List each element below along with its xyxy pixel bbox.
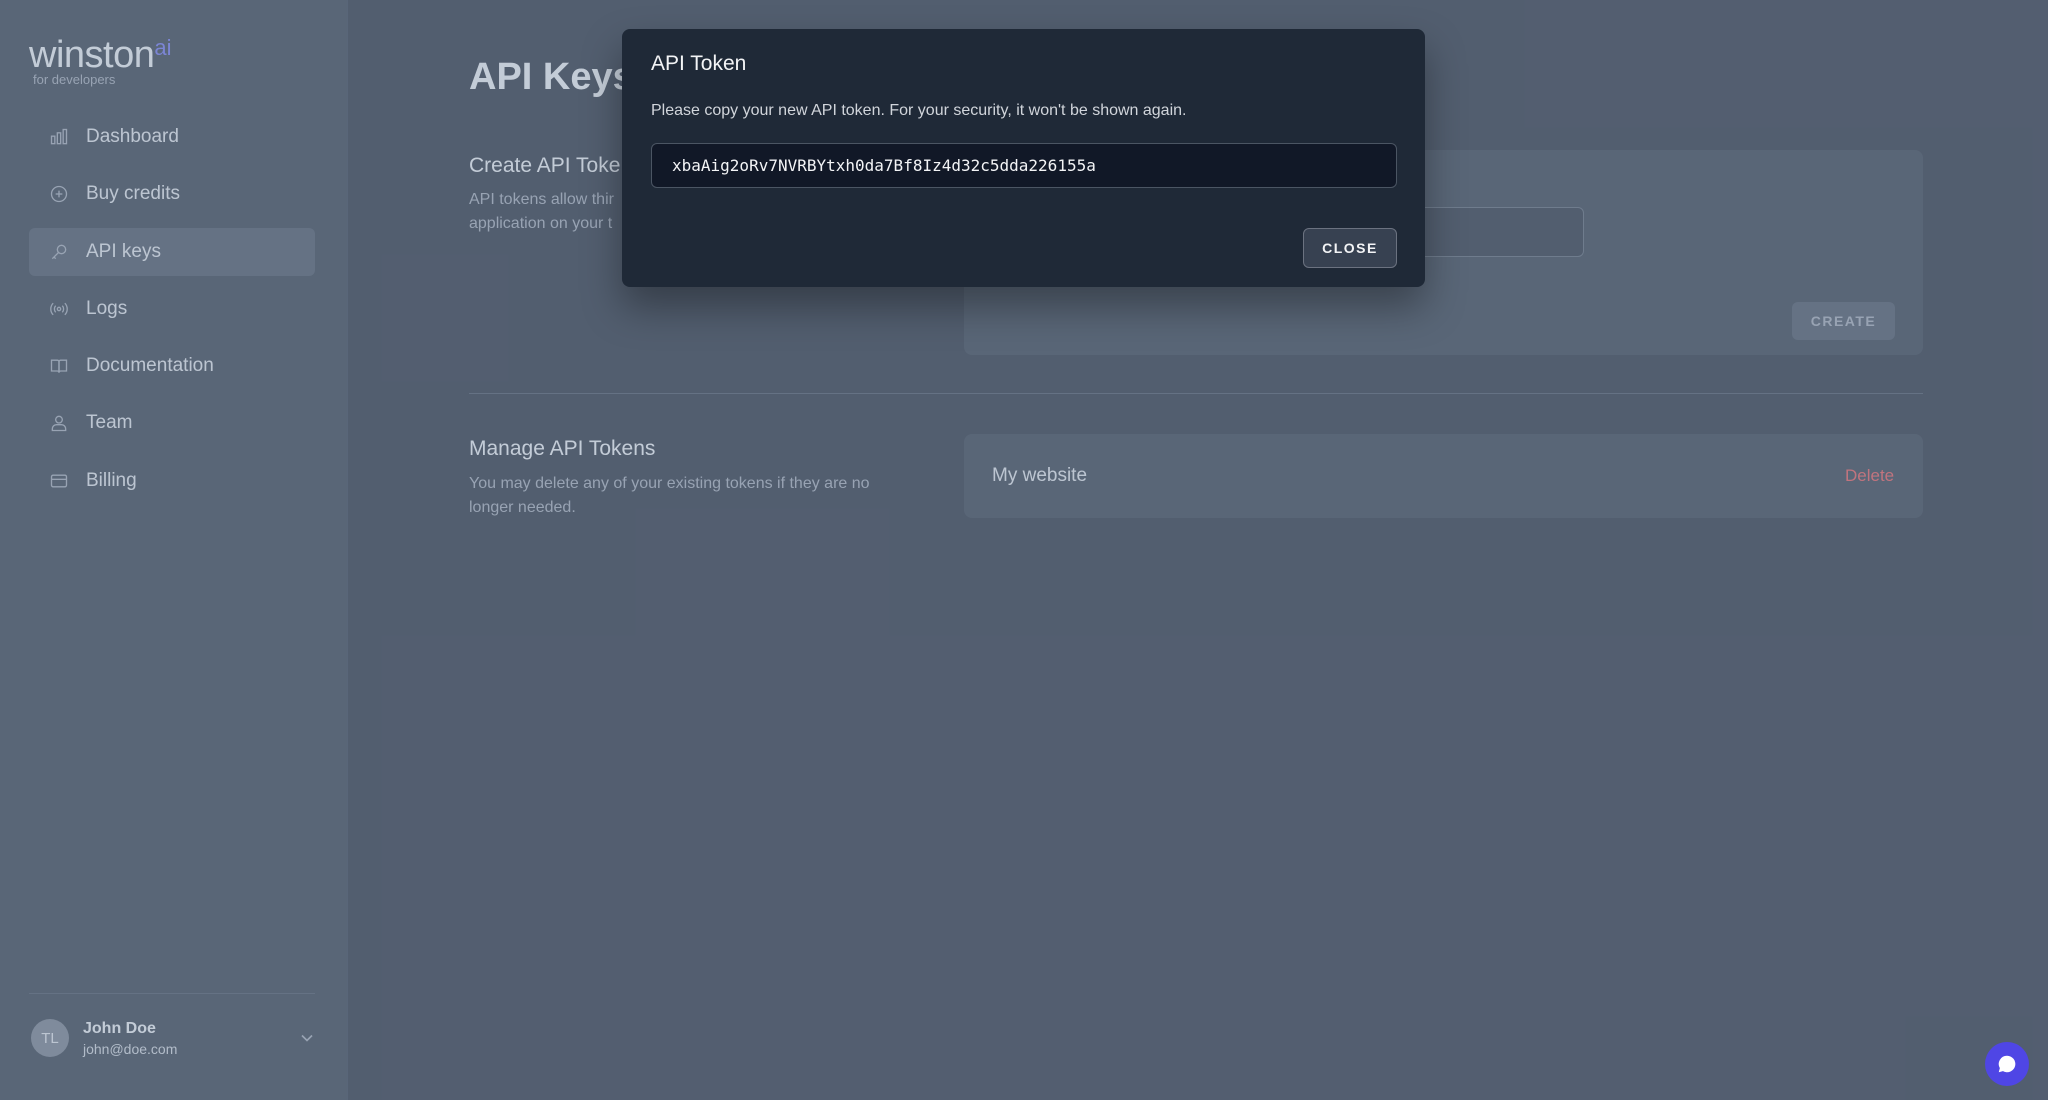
chat-bubble-icon xyxy=(1998,1055,2016,1073)
close-button[interactable]: CLOSE xyxy=(1303,228,1397,268)
modal-description: Please copy your new API token. For your… xyxy=(651,102,1187,119)
api-token-field[interactable]: xbaAig2oRv7NVRBYtxh0da7Bf8Iz4d32c5dda226… xyxy=(651,143,1397,188)
api-token-modal: API Token Please copy your new API token… xyxy=(622,29,1425,287)
modal-title: API Token xyxy=(651,52,747,75)
chat-launcher-button[interactable] xyxy=(1985,1042,2029,1086)
